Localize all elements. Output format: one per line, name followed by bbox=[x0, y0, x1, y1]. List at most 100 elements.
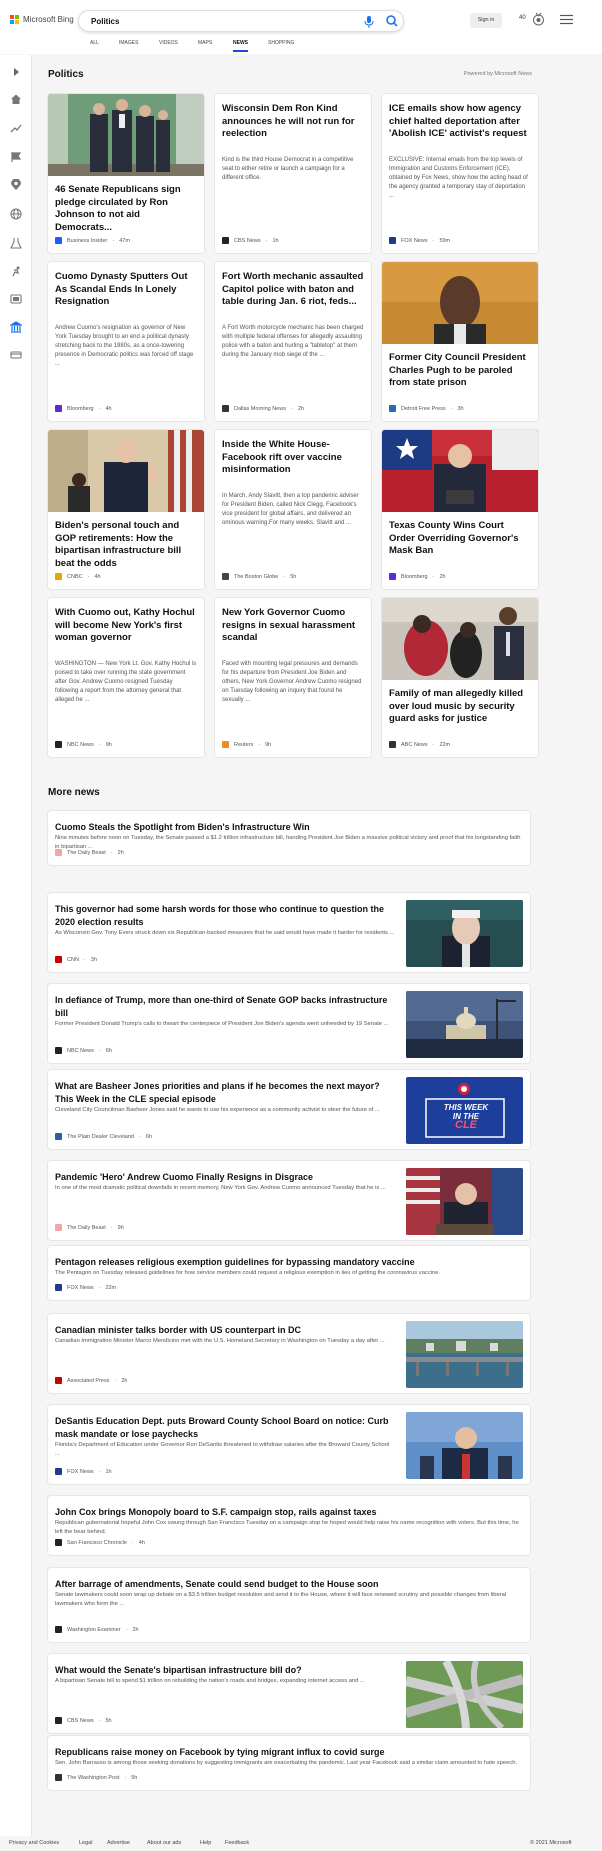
news-card-title[interactable]: New York Governor Cuomo resigns in sexua… bbox=[222, 607, 364, 645]
news-card-title[interactable]: With Cuomo out, Kathy Hochul will become… bbox=[55, 607, 197, 645]
more-news-item[interactable]: Republicans raise money on Facebook by t… bbox=[48, 1736, 530, 1790]
more-news-title[interactable]: DeSantis Education Dept. puts Broward Co… bbox=[55, 1415, 395, 1440]
more-news-image[interactable] bbox=[406, 1661, 523, 1728]
more-news-item[interactable]: What would the Senate's bipartisan infra… bbox=[48, 1654, 530, 1733]
more-news-source[interactable]: Washington Examiner · 2h bbox=[55, 1626, 139, 1633]
more-news-image[interactable] bbox=[406, 1412, 523, 1479]
news-card-source[interactable]: Bloomberg · 2h bbox=[389, 573, 446, 580]
news-card[interactable]: With Cuomo out, Kathy Hochul will become… bbox=[48, 598, 204, 757]
news-card[interactable]: Family of man allegedly killed over loud… bbox=[382, 598, 538, 757]
footer-link-help[interactable]: Help bbox=[200, 1840, 211, 1846]
sports-icon[interactable] bbox=[10, 265, 22, 277]
money-icon[interactable] bbox=[10, 349, 22, 361]
more-news-source[interactable]: The Daily Beast · 9h bbox=[55, 1224, 124, 1231]
more-news-item[interactable]: What are Basheer Jones priorities and pl… bbox=[48, 1070, 530, 1149]
more-news-source[interactable]: Associated Press · 2h bbox=[55, 1377, 127, 1384]
news-card-title[interactable]: 46 Senate Republicans sign pledge circul… bbox=[55, 184, 197, 234]
tab-shopping[interactable]: SHOPPING bbox=[268, 40, 294, 50]
footer-link-feedback[interactable]: Feedback bbox=[225, 1840, 249, 1846]
more-news-source[interactable]: The Daily Beast · 2h bbox=[55, 849, 124, 856]
more-news-item[interactable]: In defiance of Trump, more than one-thir… bbox=[48, 984, 530, 1063]
globe-icon[interactable] bbox=[10, 208, 22, 220]
news-card-source[interactable]: ABC News · 22m bbox=[389, 741, 450, 748]
footer-link-advertise[interactable]: Advertise bbox=[107, 1840, 130, 1846]
news-card-title[interactable]: Former City Council President Charles Pu… bbox=[389, 352, 531, 390]
more-news-image[interactable]: THIS WEEK IN THE CLE bbox=[406, 1077, 523, 1144]
news-card-title[interactable]: ICE emails show how agency chief halted … bbox=[389, 103, 531, 141]
news-card-image[interactable] bbox=[48, 430, 204, 512]
search-input[interactable] bbox=[91, 14, 341, 29]
more-news-title[interactable]: Canadian minister talks border with US c… bbox=[55, 1324, 395, 1337]
news-card[interactable]: 46 Senate Republicans sign pledge circul… bbox=[48, 94, 204, 253]
news-card-source[interactable]: Detroit Free Press · 3h bbox=[389, 405, 464, 412]
location-pin-icon[interactable] bbox=[10, 179, 22, 191]
news-card[interactable]: ICE emails show how agency chief halted … bbox=[382, 94, 538, 253]
news-card-image[interactable] bbox=[382, 598, 538, 680]
home-icon[interactable] bbox=[10, 93, 22, 105]
more-news-item[interactable]: This governor had some harsh words for t… bbox=[48, 893, 530, 972]
news-card[interactable]: Biden's personal touch and GOP retiremen… bbox=[48, 430, 204, 589]
news-card-title[interactable]: Texas County Wins Court Order Overriding… bbox=[389, 520, 531, 558]
science-icon[interactable] bbox=[10, 237, 22, 249]
news-card[interactable]: Fort Worth mechanic assaulted Capitol po… bbox=[215, 262, 371, 421]
more-news-title[interactable]: What are Basheer Jones priorities and pl… bbox=[55, 1080, 395, 1105]
bing-logo[interactable]: Microsoft Bing bbox=[10, 15, 74, 24]
news-card[interactable]: Texas County Wins Court Order Overriding… bbox=[382, 430, 538, 589]
more-news-title[interactable]: Republicans raise money on Facebook by t… bbox=[55, 1746, 523, 1759]
news-card-source[interactable]: CNBC · 4h bbox=[55, 573, 101, 580]
rewards-points[interactable]: 40 bbox=[519, 15, 526, 21]
more-news-source[interactable]: CNN · 3h bbox=[55, 956, 97, 963]
news-card-image[interactable] bbox=[382, 430, 538, 512]
tab-videos[interactable]: VIDEOS bbox=[159, 40, 178, 50]
more-news-source[interactable]: The Plain Dealer Cleveland · 6h bbox=[55, 1133, 152, 1140]
footer-link-legal[interactable]: Legal bbox=[79, 1840, 92, 1846]
more-news-image[interactable] bbox=[406, 991, 523, 1058]
more-news-item[interactable]: Canadian minister talks border with US c… bbox=[48, 1314, 530, 1393]
news-card-title[interactable]: Wisconsin Dem Ron Kind announces he will… bbox=[222, 103, 364, 141]
news-card-source[interactable]: CBS News · 1h bbox=[222, 237, 279, 244]
trending-icon[interactable] bbox=[10, 122, 22, 134]
politics-icon[interactable] bbox=[10, 321, 22, 333]
tab-maps[interactable]: MAPS bbox=[198, 40, 212, 50]
news-card-source[interactable]: The Boston Globe · 5h bbox=[222, 573, 296, 580]
more-news-title[interactable]: This governor had some harsh words for t… bbox=[55, 903, 395, 928]
more-news-item[interactable]: After barrage of amendments, Senate coul… bbox=[48, 1568, 530, 1642]
powered-by-label[interactable]: Powered by Microsoft News bbox=[464, 71, 532, 77]
sign-in-button[interactable]: Sign in bbox=[470, 13, 502, 28]
news-card-source[interactable]: NBC News · 9h bbox=[55, 741, 112, 748]
search-button[interactable] bbox=[383, 12, 401, 30]
more-news-source[interactable]: CBS News · 5h bbox=[55, 1717, 112, 1724]
tab-images[interactable]: IMAGES bbox=[119, 40, 138, 50]
more-news-title[interactable]: What would the Senate's bipartisan infra… bbox=[55, 1664, 395, 1677]
more-news-title[interactable]: Pentagon releases religious exemption gu… bbox=[55, 1256, 523, 1269]
rewards-medal-icon[interactable] bbox=[532, 12, 545, 27]
more-news-source[interactable]: FOX News · 1h bbox=[55, 1468, 112, 1475]
more-news-source[interactable]: The Washington Post · 5h bbox=[55, 1774, 137, 1781]
news-card-source[interactable]: Business Insider · 47m bbox=[55, 237, 130, 244]
news-card[interactable]: New York Governor Cuomo resigns in sexua… bbox=[215, 598, 371, 757]
news-card[interactable]: Former City Council President Charles Pu… bbox=[382, 262, 538, 421]
entertainment-icon[interactable] bbox=[10, 293, 22, 305]
more-news-title[interactable]: Pandemic 'Hero' Andrew Cuomo Finally Res… bbox=[55, 1171, 395, 1184]
more-news-title[interactable]: John Cox brings Monopoly board to S.F. c… bbox=[55, 1506, 523, 1519]
news-card[interactable]: Inside the White House-Facebook rift ove… bbox=[215, 430, 371, 589]
news-card-title[interactable]: Biden's personal touch and GOP retiremen… bbox=[55, 520, 197, 570]
more-news-item[interactable]: John Cox brings Monopoly board to S.F. c… bbox=[48, 1496, 530, 1555]
microphone-icon[interactable] bbox=[363, 15, 375, 29]
flag-icon[interactable] bbox=[10, 151, 22, 163]
more-news-title[interactable]: Cuomo Steals the Spotlight from Biden's … bbox=[55, 821, 523, 834]
more-news-image[interactable] bbox=[406, 1321, 523, 1388]
footer-link-about-ads[interactable]: About our ads bbox=[147, 1840, 181, 1846]
news-card-image[interactable] bbox=[48, 94, 204, 176]
news-card[interactable]: Wisconsin Dem Ron Kind announces he will… bbox=[215, 94, 371, 253]
more-news-source[interactable]: NBC News · 6h bbox=[55, 1047, 112, 1054]
news-card-title[interactable]: Fort Worth mechanic assaulted Capitol po… bbox=[222, 271, 364, 309]
tab-all[interactable]: ALL bbox=[90, 40, 99, 50]
more-news-title[interactable]: After barrage of amendments, Senate coul… bbox=[55, 1578, 523, 1591]
news-card-source[interactable]: Reuters · 9h bbox=[222, 741, 271, 748]
more-news-item[interactable]: Pandemic 'Hero' Andrew Cuomo Finally Res… bbox=[48, 1161, 530, 1240]
more-news-image[interactable] bbox=[406, 1168, 523, 1235]
footer-link-privacy[interactable]: Privacy and Cookies bbox=[9, 1840, 59, 1846]
more-news-item[interactable]: DeSantis Education Dept. puts Broward Co… bbox=[48, 1405, 530, 1484]
more-news-source[interactable]: FOX News · 22m bbox=[55, 1284, 116, 1291]
